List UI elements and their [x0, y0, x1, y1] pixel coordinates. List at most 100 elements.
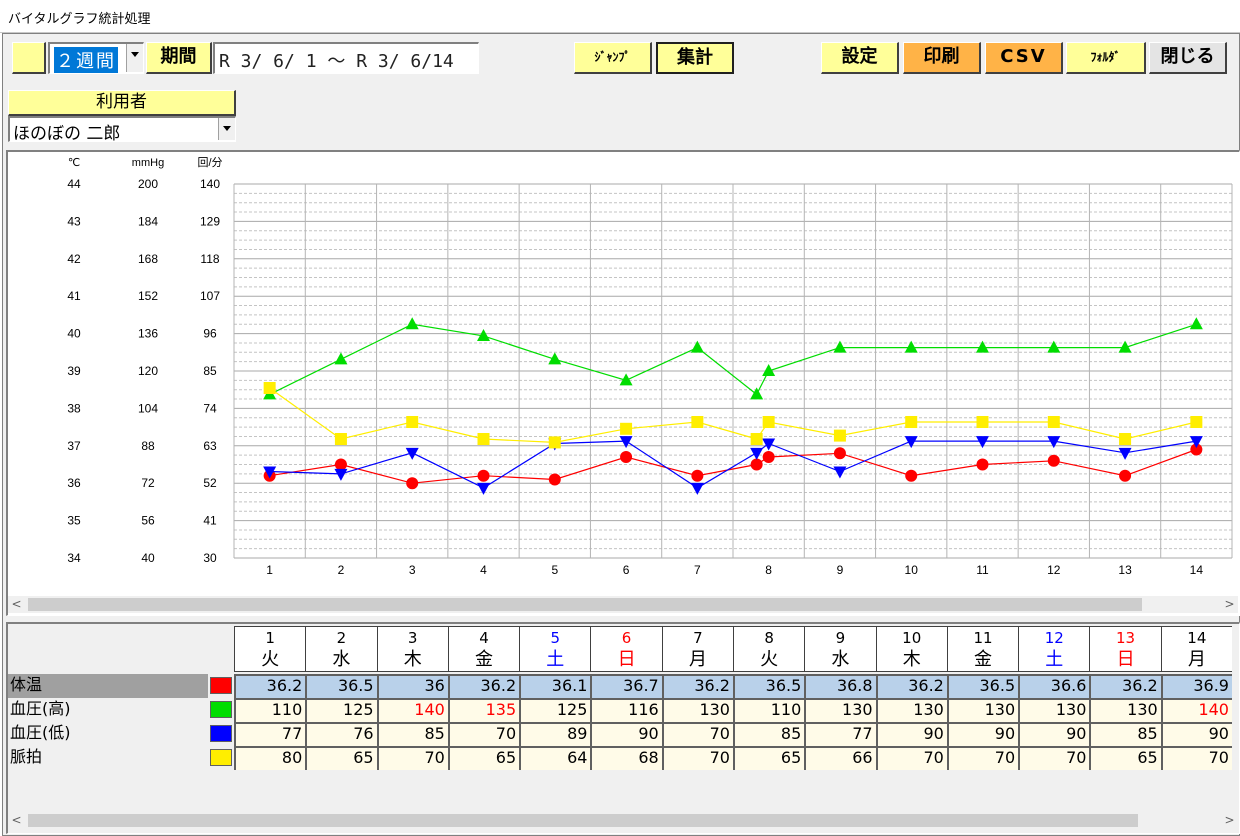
table-cell[interactable]: 36.2	[875, 674, 947, 698]
table-cell[interactable]: 70	[1018, 746, 1090, 770]
range-select[interactable]: ２週間	[48, 42, 144, 74]
table-cell[interactable]: 66	[804, 746, 876, 770]
data-point	[976, 458, 989, 471]
settings-button[interactable]: 設定	[821, 42, 899, 74]
table-cell[interactable]: 65	[447, 746, 520, 770]
table-cell[interactable]: 89	[519, 722, 591, 746]
table-cell[interactable]: 90	[1160, 722, 1232, 746]
period-field[interactable]: R 3/ 6/ 1 ～ R 3/ 6/14	[213, 42, 479, 74]
user-select[interactable]: ほのぼの 二郎	[8, 116, 236, 144]
pulse-tick-label: 85	[203, 364, 217, 378]
data-point	[833, 447, 846, 460]
table-cell[interactable]: 85	[1089, 722, 1161, 746]
scroll-right-icon[interactable]: >	[1221, 812, 1238, 829]
pulse-tick-label: 118	[200, 252, 219, 266]
table-cell[interactable]: 36.2	[447, 674, 520, 698]
print-button[interactable]: 印刷	[903, 42, 981, 74]
table-cell[interactable]: 90	[1018, 722, 1090, 746]
bp-tick-label: 88	[141, 439, 155, 453]
chevron-down-icon[interactable]	[126, 44, 143, 72]
temp-tick-label: 41	[67, 289, 81, 303]
day-header: 1	[234, 626, 306, 648]
pulse-tick-label: 41	[203, 514, 217, 528]
weekday-header: 木	[376, 648, 448, 672]
table-cell[interactable]: 140	[376, 698, 448, 722]
day-header: 6	[590, 626, 662, 648]
table-cell[interactable]: 36.7	[590, 674, 662, 698]
x-tick-label: 9	[837, 563, 844, 577]
table-cell[interactable]: 64	[519, 746, 591, 770]
temp-tick-label: 42	[67, 252, 81, 266]
table-cell[interactable]: 130	[1018, 698, 1090, 722]
table-cell[interactable]: 76	[305, 722, 377, 746]
table-cell[interactable]: 130	[875, 698, 947, 722]
table-cell[interactable]: 68	[590, 746, 662, 770]
table-cell[interactable]: 36.5	[946, 674, 1019, 698]
table-cell[interactable]: 80	[234, 746, 306, 770]
table-cell[interactable]: 70	[661, 746, 733, 770]
folder-button[interactable]: ﾌｫﾙﾀﾞ	[1066, 42, 1146, 74]
chevron-down-icon[interactable]	[218, 118, 235, 140]
table-cell[interactable]: 90	[875, 722, 947, 746]
table-cell[interactable]: 125	[519, 698, 591, 722]
period-button[interactable]: 期間	[146, 42, 212, 74]
scroll-left-icon[interactable]: <	[8, 812, 25, 829]
table-cell[interactable]: 125	[305, 698, 377, 722]
data-point	[263, 382, 276, 394]
x-tick-label: 5	[551, 563, 558, 577]
table-cell[interactable]: 36.5	[305, 674, 377, 698]
chart-horizontal-scrollbar[interactable]: < >	[8, 596, 1238, 613]
table-cell[interactable]: 65	[305, 746, 377, 770]
summary-button[interactable]: 集計	[656, 42, 734, 74]
weekday-header: 金	[447, 648, 520, 672]
table-cell[interactable]: 130	[661, 698, 733, 722]
table-cell[interactable]: 70	[946, 746, 1019, 770]
table-cell[interactable]: 70	[875, 746, 947, 770]
table-cell[interactable]: 135	[447, 698, 520, 722]
table-cell[interactable]: 65	[733, 746, 805, 770]
jump-button[interactable]: ｼﾞｬﾝﾌﾟ	[574, 42, 652, 74]
table-cell[interactable]: 77	[234, 722, 306, 746]
table-cell[interactable]: 110	[733, 698, 805, 722]
table-cell[interactable]: 36.5	[733, 674, 805, 698]
weekday-header: 日	[590, 648, 662, 672]
table-cell[interactable]: 85	[376, 722, 448, 746]
table-horizontal-scrollbar[interactable]: < >	[8, 812, 1238, 829]
table-cell[interactable]: 77	[804, 722, 876, 746]
table-cell[interactable]: 70	[661, 722, 733, 746]
table-cell[interactable]: 36.9	[1160, 674, 1232, 698]
bp-tick-label: 200	[138, 177, 158, 191]
table-cell[interactable]: 36.2	[234, 674, 306, 698]
table-cell[interactable]: 110	[234, 698, 306, 722]
scroll-thumb[interactable]	[28, 814, 1138, 827]
data-point	[334, 433, 347, 445]
csv-button[interactable]: CSV	[985, 42, 1063, 74]
table-cell[interactable]: 36	[376, 674, 448, 698]
table-cell[interactable]: 140	[1160, 698, 1232, 722]
data-point	[620, 451, 633, 464]
scroll-right-icon[interactable]: >	[1221, 596, 1238, 613]
weekday-header: 月	[1160, 648, 1232, 672]
table-cell[interactable]: 130	[804, 698, 876, 722]
table-cell[interactable]: 36.8	[804, 674, 876, 698]
blank-button[interactable]	[12, 42, 46, 74]
table-cell[interactable]: 90	[946, 722, 1019, 746]
table-cell[interactable]: 70	[447, 722, 520, 746]
table-panel: 1 火 2 水 3 木 4 金 5 土 6 日 7 月 8 火 9 水 10 木 11 金 12 土 13 日 14 月体温 36.2 3…	[6, 622, 1240, 834]
table-cell[interactable]: 85	[733, 722, 805, 746]
table-cell[interactable]: 36.2	[661, 674, 733, 698]
table-cell[interactable]: 130	[946, 698, 1019, 722]
table-cell[interactable]: 65	[1089, 746, 1161, 770]
table-cell[interactable]: 36.2	[1089, 674, 1161, 698]
close-button[interactable]: 閉じる	[1149, 42, 1227, 74]
table-cell[interactable]: 116	[590, 698, 662, 722]
scroll-thumb[interactable]	[28, 598, 1142, 611]
table-cell[interactable]: 130	[1089, 698, 1161, 722]
weekday-header: 木	[875, 648, 947, 672]
table-cell[interactable]: 36.6	[1018, 674, 1090, 698]
scroll-left-icon[interactable]: <	[8, 596, 25, 613]
table-cell[interactable]: 36.1	[519, 674, 591, 698]
table-cell[interactable]: 70	[376, 746, 448, 770]
table-cell[interactable]: 90	[590, 722, 662, 746]
table-cell[interactable]: 70	[1160, 746, 1232, 770]
